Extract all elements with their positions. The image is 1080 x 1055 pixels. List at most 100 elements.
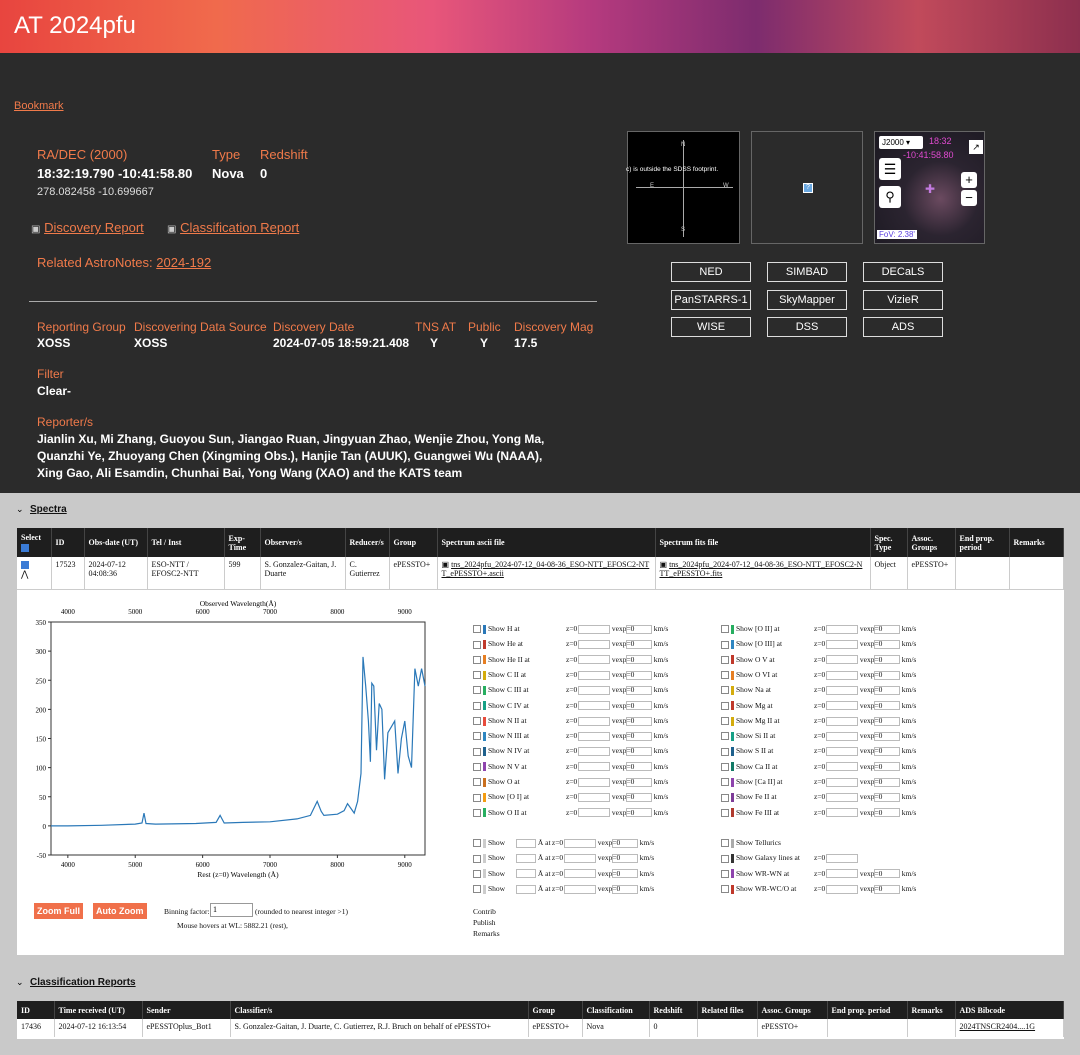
line-toggle-left-5[interactable]: Show C IV at z=0 vexp=0 km/s [473, 701, 668, 711]
line-toggle-right-3[interactable]: Show O VI at z=0 vexp=0 km/s [721, 670, 916, 680]
search-icon[interactable]: ⚲ [879, 186, 901, 208]
binning-input[interactable]: 1 [210, 903, 253, 917]
line-checkbox[interactable] [473, 625, 481, 634]
line-toggle-left-8[interactable]: Show N IV at z=0 vexp=0 km/s [473, 746, 668, 757]
vexp-input[interactable] [625, 624, 652, 634]
line-checkbox[interactable] [473, 793, 481, 802]
line-checkbox[interactable] [473, 640, 481, 649]
simbad-button[interactable]: SIMBAD [767, 262, 847, 282]
line-checkbox[interactable] [721, 762, 729, 771]
line-toggle-right-1[interactable]: Show [O III] at z=0 vexp=0 km/s [721, 639, 916, 650]
vexp-input[interactable] [625, 808, 652, 818]
z-input[interactable] [578, 747, 610, 757]
line-checkbox[interactable] [721, 808, 729, 817]
z-input[interactable] [578, 731, 610, 741]
z-input[interactable] [578, 808, 610, 818]
line-toggle-right-4[interactable]: Show Na at z=0 vexp=0 km/s [721, 685, 916, 695]
vexp-input[interactable] [625, 793, 652, 803]
vexp-input[interactable] [625, 716, 652, 726]
sdss-thumbnail[interactable]: c) is outside the SDSS footprint. N E W … [626, 131, 740, 244]
dss-button[interactable]: DSS [767, 317, 847, 337]
z-input[interactable] [563, 869, 596, 879]
line-checkbox[interactable] [473, 808, 481, 817]
vexp-input[interactable] [625, 762, 652, 772]
vexp-input[interactable] [873, 624, 900, 634]
line-toggle-left-12[interactable]: Show O II at z=0 vexp=0 km/s [473, 808, 668, 818]
z-input[interactable] [578, 777, 610, 787]
line-checkbox[interactable] [721, 671, 729, 680]
line-checkbox[interactable] [473, 686, 481, 695]
line-toggle-left-4[interactable]: Show C III at z=0 vexp=0 km/s [473, 685, 668, 695]
custom-line-2[interactable]: Show Å atz=0 vexp=0 km/s [473, 869, 654, 879]
z-input[interactable] [826, 640, 858, 650]
z-input[interactable] [826, 655, 858, 665]
z-input[interactable] [578, 670, 610, 680]
vexp-input[interactable] [625, 685, 652, 695]
classification-section-toggle[interactable]: Classification Reports [30, 977, 136, 988]
vexp-input[interactable] [873, 640, 900, 650]
classif-cell-11[interactable]: 2024TNSCR2404....1G [955, 1019, 1064, 1037]
z-input[interactable] [578, 762, 610, 772]
z-input[interactable] [578, 624, 610, 634]
line-toggle-left-0[interactable]: Show H at z=0 vexp=0 km/s [473, 624, 668, 634]
line-toggle-right-9[interactable]: Show Ca II at z=0 vexp=0 km/s [721, 762, 916, 772]
line-checkbox[interactable] [473, 717, 481, 726]
vexp-input[interactable] [873, 808, 900, 818]
z-input[interactable] [578, 655, 610, 665]
discovery-report-link[interactable]: Discovery Report [44, 220, 144, 235]
z-input[interactable] [578, 716, 610, 726]
vexp-input[interactable] [625, 670, 652, 680]
ads-button[interactable]: ADS [863, 317, 943, 337]
z-input[interactable] [563, 854, 596, 864]
custom-line-0[interactable]: Show Å atz=0 vexp=0 km/s [473, 838, 654, 848]
extra-line-3[interactable]: Show WR-WC/O at z=0 vexp=0 km/s [721, 884, 916, 894]
line-checkbox[interactable] [721, 747, 729, 756]
vexp-input[interactable] [873, 655, 900, 665]
row-checkbox[interactable] [21, 561, 29, 570]
line-checkbox[interactable] [473, 732, 481, 741]
z-input[interactable] [826, 670, 858, 680]
ascii-file-link[interactable]: tns_2024pfu_2024-07-12_04-08-36_ESO-NTT_… [442, 560, 650, 578]
line-toggle-left-10[interactable]: Show O at z=0 vexp=0 km/s [473, 777, 668, 787]
z-input[interactable] [578, 685, 610, 695]
frame-select[interactable]: J2000 ▾ [879, 136, 923, 149]
vexp-input[interactable] [625, 777, 652, 787]
extra-line-1[interactable]: Show Galaxy lines at z=0 [721, 853, 858, 864]
wavelength-input[interactable] [516, 854, 536, 864]
skymapper-button[interactable]: SkyMapper [767, 290, 847, 310]
classification-report[interactable]: ▣ Classification Report [167, 220, 299, 235]
line-toggle-left-6[interactable]: Show N II at z=0 vexp=0 km/s [473, 716, 668, 726]
vexp-input[interactable] [873, 685, 900, 695]
line-toggle-right-11[interactable]: Show Fe II at z=0 vexp=0 km/s [721, 792, 916, 803]
z-input[interactable] [826, 747, 858, 757]
line-checkbox[interactable] [473, 778, 481, 787]
layers-icon[interactable]: ☰ [879, 158, 901, 180]
vexp-input[interactable] [625, 640, 652, 650]
z-input[interactable] [826, 777, 858, 787]
line-checkbox[interactable] [721, 686, 729, 695]
fits-file-link[interactable]: tns_2024pfu_2024-07-12_04-08-36_ESO-NTT_… [660, 560, 863, 578]
z-input[interactable] [826, 701, 858, 711]
vexp-input[interactable] [625, 701, 652, 711]
wavelength-input[interactable] [516, 869, 536, 879]
line-toggle-left-1[interactable]: Show He at z=0 vexp=0 km/s [473, 639, 668, 650]
line-toggle-right-6[interactable]: Show Mg II at z=0 vexp=0 km/s [721, 716, 916, 726]
select-all-checkbox[interactable] [21, 543, 29, 552]
wise-button[interactable]: WISE [671, 317, 751, 337]
vizier-button[interactable]: VizieR [863, 290, 943, 310]
z-input[interactable] [578, 640, 610, 650]
line-checkbox[interactable] [721, 793, 729, 802]
line-toggle-left-2[interactable]: Show He II at z=0 vexp=0 km/s [473, 655, 668, 665]
chart-icon[interactable]: ⋀ [21, 569, 28, 579]
line-toggle-right-8[interactable]: Show S II at z=0 vexp=0 km/s [721, 746, 916, 757]
z-input[interactable] [826, 716, 858, 726]
spectra-section-toggle[interactable]: Spectra [30, 504, 67, 515]
z-input[interactable] [563, 884, 596, 894]
astronote-link[interactable]: 2024-192 [156, 255, 211, 270]
line-toggle-right-5[interactable]: Show Mg at z=0 vexp=0 km/s [721, 701, 916, 711]
vexp-input[interactable] [873, 747, 900, 757]
extra-line-0[interactable]: Show Tellurics [721, 838, 814, 848]
bookmark-link[interactable]: Bookmark [14, 100, 64, 112]
aladin-viewer[interactable]: J2000 ▾ 18:32 -10:41:58.80 ☰ ⚲ ↗ + − ✚ F… [874, 131, 985, 244]
vexp-input[interactable] [873, 701, 900, 711]
